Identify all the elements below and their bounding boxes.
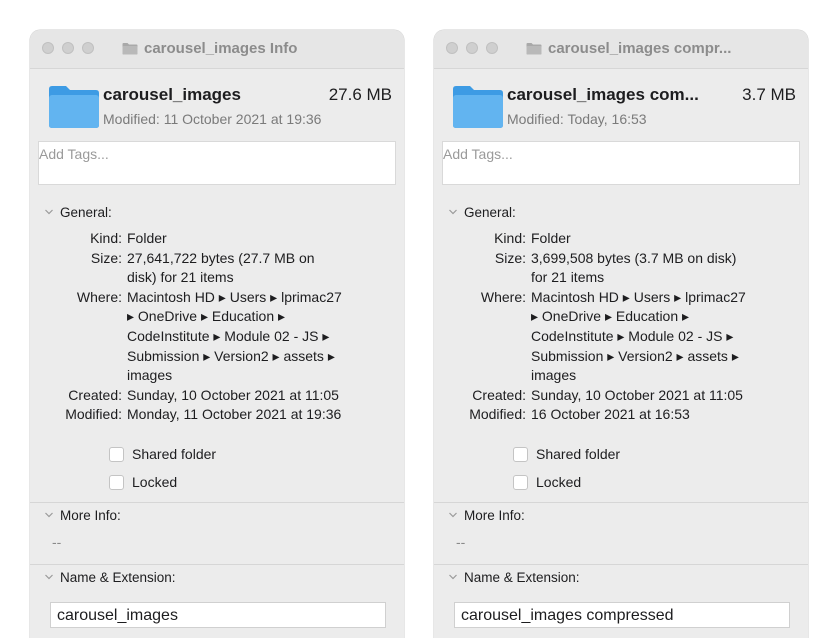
folder-icon <box>526 43 542 55</box>
minimize-window-button[interactable] <box>62 42 74 54</box>
shared-folder-checkbox[interactable] <box>513 447 528 462</box>
where-label: Where: <box>76 288 122 305</box>
general-section-header[interactable]: General: <box>434 200 808 224</box>
tags-field[interactable] <box>442 141 800 185</box>
kind-value: Folder <box>127 230 167 246</box>
modified-summary: Modified: 11 October 2021 at 19:36 <box>103 111 322 127</box>
close-window-button[interactable] <box>446 42 458 54</box>
where-label: Where: <box>480 288 526 305</box>
chevron-down-icon[interactable] <box>44 510 54 520</box>
more-info-label: More Info: <box>60 507 121 523</box>
tags-input[interactable] <box>39 142 395 162</box>
close-window-button[interactable] <box>42 42 54 54</box>
window-title: carousel_images Info <box>144 40 298 57</box>
size-label: Size: <box>90 249 122 266</box>
created-label: Created: <box>68 386 122 403</box>
size-value: 27,641,722 bytes (27.7 MB on disk) for 2… <box>127 249 315 286</box>
name-extension-label: Name & Extension: <box>60 569 176 585</box>
modified-label: Modified: <box>65 406 122 423</box>
shared-folder-label[interactable]: Shared folder <box>536 446 620 462</box>
zoom-window-button[interactable] <box>486 42 498 54</box>
modified-value: Monday, 11 October 2021 at 19:36 <box>127 406 342 423</box>
chevron-down-icon[interactable] <box>448 207 458 217</box>
name-field[interactable]: carousel_images <box>50 602 386 628</box>
general-label: General: <box>464 204 516 220</box>
created-label: Created: <box>472 386 526 403</box>
file-name: carousel_images <box>103 85 241 104</box>
created-value: Sunday, 10 October 2021 at 11:05 <box>531 386 743 403</box>
zoom-window-button[interactable] <box>82 42 94 54</box>
locked-checkbox[interactable] <box>109 475 124 490</box>
name-field[interactable]: carousel_images compressed <box>454 602 790 628</box>
created-value: Sunday, 10 October 2021 at 11:05 <box>127 386 339 403</box>
kind-value: Folder <box>531 230 571 246</box>
folder-icon <box>453 86 503 128</box>
locked-label[interactable]: Locked <box>536 474 581 490</box>
chevron-down-icon[interactable] <box>44 572 54 582</box>
summary-header: carousel_images com... 3.7 MB Modified: … <box>434 69 808 141</box>
general-section-header[interactable]: General: <box>30 200 404 224</box>
title-bar[interactable]: carousel_images compr... <box>434 30 808 69</box>
folder-icon <box>49 86 99 128</box>
file-size: 27.6 MB <box>328 85 392 104</box>
tags-field[interactable] <box>38 141 396 185</box>
more-info-value: -- <box>456 534 466 550</box>
where-value: Macintosh HD ▸ Users ▸ lprimac27 ▸ OneDr… <box>127 288 342 384</box>
chevron-down-icon[interactable] <box>44 207 54 217</box>
size-value: 3,699,508 bytes (3.7 MB on disk) for 21 … <box>531 249 737 286</box>
general-label: General: <box>60 204 112 220</box>
file-name: carousel_images com... <box>507 85 699 104</box>
chevron-down-icon[interactable] <box>448 510 458 520</box>
file-size: 3.7 MB <box>742 85 796 104</box>
where-value: Macintosh HD ▸ Users ▸ lprimac27 ▸ OneDr… <box>531 288 746 384</box>
folder-icon <box>122 43 138 55</box>
kind-label: Kind: <box>90 230 122 246</box>
more-info-label: More Info: <box>464 507 525 523</box>
summary-header: carousel_images 27.6 MB Modified: 11 Oct… <box>30 69 404 141</box>
more-info-value: -- <box>52 534 62 550</box>
locked-label[interactable]: Locked <box>132 474 177 490</box>
name-extension-section-header[interactable]: Name & Extension: <box>30 564 404 589</box>
name-extension-section-header[interactable]: Name & Extension: <box>434 564 808 589</box>
tags-input[interactable] <box>443 142 799 162</box>
info-window-original: carousel_images Info carousel_images 27.… <box>30 30 404 638</box>
size-label: Size: <box>494 249 526 266</box>
window-title: carousel_images compr... <box>548 40 732 57</box>
modified-value: 16 October 2021 at 16:53 <box>531 406 690 423</box>
kind-label: Kind: <box>494 230 526 246</box>
more-info-section-header[interactable]: More Info: <box>30 502 404 527</box>
modified-summary: Modified: Today, 16:53 <box>507 111 647 127</box>
shared-folder-label[interactable]: Shared folder <box>132 446 216 462</box>
shared-folder-checkbox[interactable] <box>109 447 124 462</box>
info-window-compressed: carousel_images compr... carousel_images… <box>434 30 808 638</box>
minimize-window-button[interactable] <box>466 42 478 54</box>
title-bar[interactable]: carousel_images Info <box>30 30 404 69</box>
modified-label: Modified: <box>469 406 526 423</box>
chevron-down-icon[interactable] <box>448 572 458 582</box>
name-extension-label: Name & Extension: <box>464 569 580 585</box>
more-info-section-header[interactable]: More Info: <box>434 502 808 527</box>
locked-checkbox[interactable] <box>513 475 528 490</box>
